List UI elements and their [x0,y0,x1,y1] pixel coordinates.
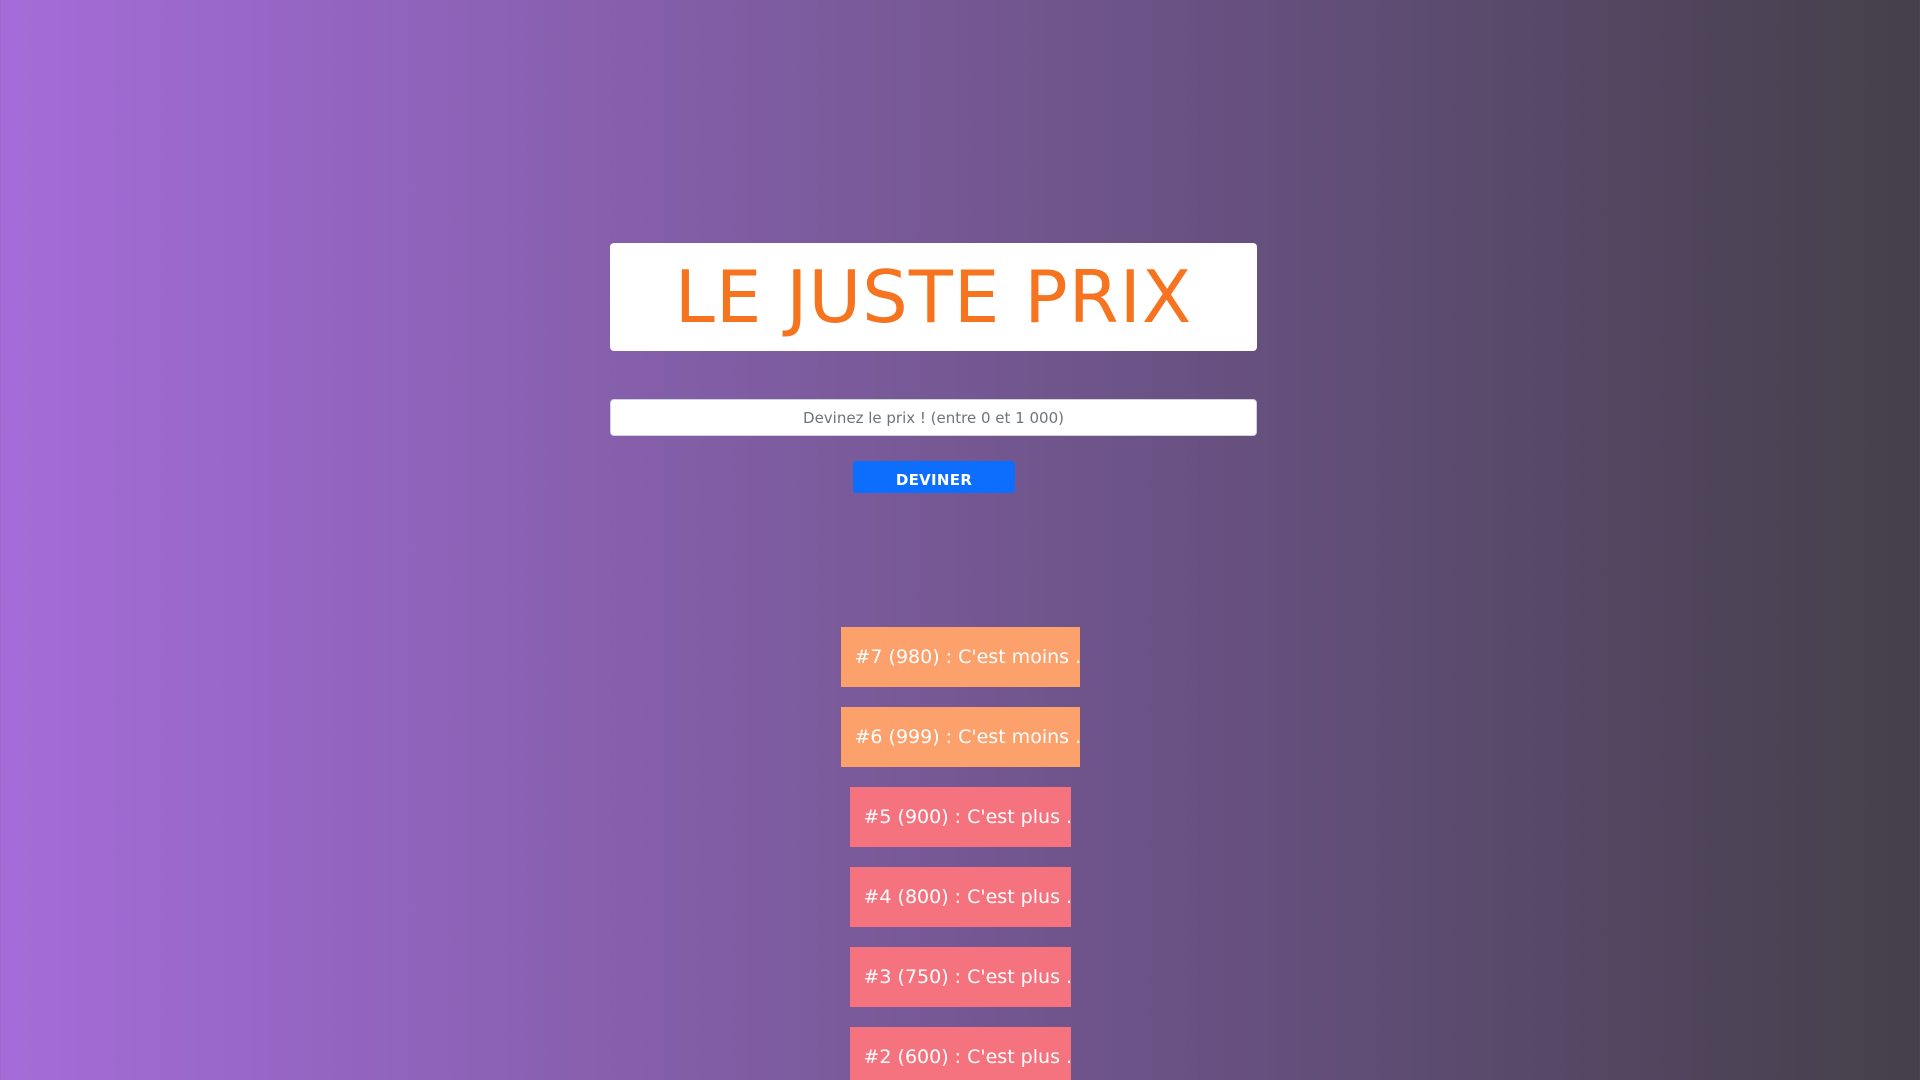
attempts-list: #7 (980) : C'est moins ... #6 (999) : C'… [0,627,1920,1080]
attempt-item: #2 (600) : C'est plus ... [849,1027,1071,1080]
attempt-item: #6 (999) : C'est moins ... [840,707,1080,767]
guess-button[interactable]: DEVINER [853,461,1015,493]
attempt-item: #7 (980) : C'est moins ... [840,627,1080,687]
title-card: LE JUSTE PRIX [610,243,1257,351]
attempt-item: #4 (800) : C'est plus ... [849,867,1071,927]
attempt-item: #5 (900) : C'est plus ... [849,787,1071,847]
price-guess-input[interactable] [610,399,1257,436]
page-title: LE JUSTE PRIX [674,255,1193,339]
attempt-item: #3 (750) : C'est plus ... [849,947,1071,1007]
